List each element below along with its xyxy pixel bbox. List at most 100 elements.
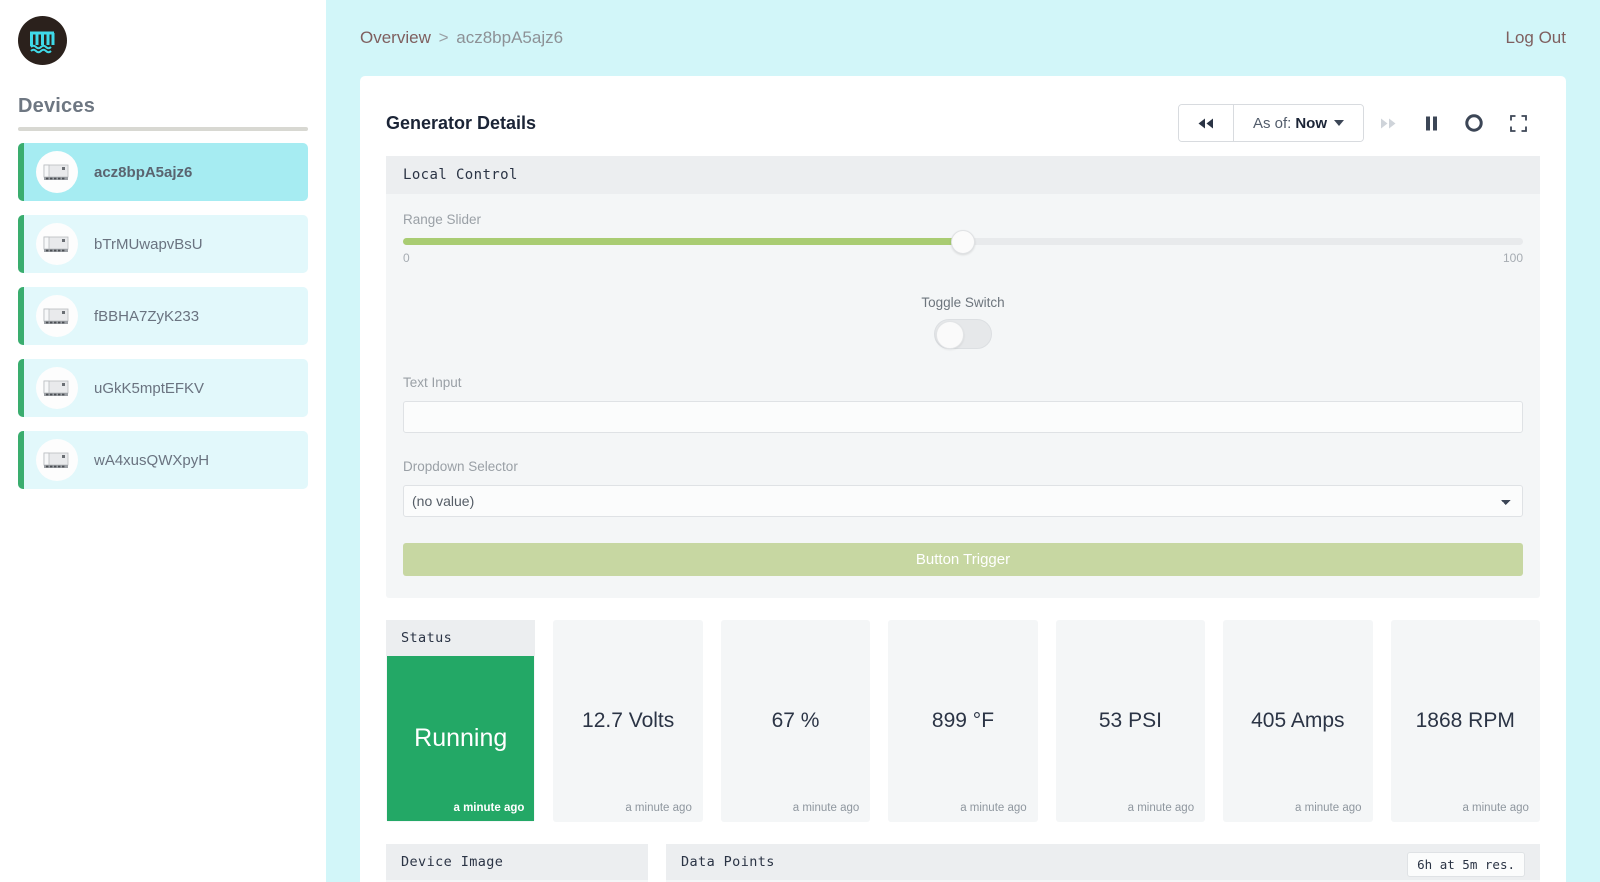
- sidebar-item-label: uGkK5mptEFKV: [94, 379, 205, 397]
- logout-link[interactable]: Log Out: [1506, 28, 1567, 48]
- status-timestamp: a minute ago: [453, 802, 525, 814]
- generator-thumbnail-icon: [36, 295, 78, 337]
- local-control-body: Range Slider 0 100 Toggle Switch Text In…: [386, 194, 1540, 598]
- sidebar-item-label: bTrMUwapvBsU: [94, 235, 203, 253]
- metric-card-pressure: 53 PSI a minute ago: [1055, 620, 1206, 822]
- sidebar: Devices acz8bpA5ajz6 bTrMUwapvBsU fBBHA7…: [0, 0, 326, 882]
- dropdown-block: Dropdown Selector (no value): [403, 459, 1523, 517]
- metric-value: 1868 RPM: [1415, 709, 1515, 732]
- rewind-button[interactable]: [1178, 105, 1234, 141]
- range-slider-fill: [403, 238, 963, 245]
- refresh-circle-icon: [1465, 114, 1483, 132]
- status-badge: Running a minute ago: [387, 656, 535, 821]
- generator-thumbnail-icon: [36, 439, 78, 481]
- range-slider-handle[interactable]: [951, 229, 975, 254]
- as-of-label: As of:: [1252, 114, 1292, 132]
- status-card-header: Status: [386, 620, 536, 656]
- as-of-dropdown-button[interactable]: As of: Now: [1233, 105, 1363, 141]
- rewind-icon: [1198, 118, 1213, 128]
- dropdown-selector[interactable]: (no value): [403, 485, 1523, 517]
- metric-value: 53 PSI: [1098, 709, 1162, 732]
- data-points-panel: Data Points 6h at 5m res.: [666, 844, 1540, 882]
- text-input-block: Text Input: [403, 375, 1523, 433]
- logo-container: [0, 0, 326, 65]
- time-controls: As of: Now: [1177, 104, 1540, 142]
- refresh-button[interactable]: [1451, 104, 1497, 142]
- metric-body: 899 °F: [888, 620, 1037, 822]
- metric-body: 67 %: [721, 620, 870, 822]
- toggle-switch[interactable]: [934, 319, 992, 349]
- metric-body: 1868 RPM: [1391, 620, 1540, 822]
- metric-card-voltage: 12.7 Volts a minute ago: [553, 620, 703, 822]
- sidebar-item-device-2[interactable]: fBBHA7ZyK233: [18, 287, 308, 345]
- local-control-header: Local Control: [386, 156, 1540, 194]
- sidebar-item-device-0[interactable]: acz8bpA5ajz6: [18, 143, 308, 201]
- sidebar-section-title: Devices: [18, 95, 96, 117]
- range-slider-min-label: 0: [403, 251, 410, 265]
- generator-details-card: Generator Details As of: Now Local Contr…: [360, 76, 1566, 882]
- breadcrumb-separator: >: [438, 28, 449, 47]
- metrics-row: Status Running a minute ago 12.7 Volts a…: [386, 620, 1540, 822]
- metric-body: 12.7 Volts: [553, 620, 702, 822]
- bottom-row: Device Image Data Points 6h at 5m res.: [386, 844, 1540, 882]
- toggle-switch-knob: [936, 321, 964, 349]
- range-slider-row: Range Slider 0 100: [403, 212, 1523, 269]
- device-list: acz8bpA5ajz6 bTrMUwapvBsU fBBHA7ZyK233 u…: [0, 131, 326, 489]
- app-logo[interactable]: [18, 16, 67, 65]
- metric-card-rpm: 1868 RPM a minute ago: [1390, 620, 1540, 822]
- metric-timestamp: a minute ago: [960, 802, 1027, 814]
- metric-card-temperature: 899 °F a minute ago: [888, 620, 1038, 822]
- metric-value: 899 °F: [931, 709, 995, 732]
- text-input[interactable]: [403, 401, 1523, 433]
- pause-button[interactable]: [1412, 104, 1451, 142]
- range-slider-max-label: 100: [1502, 251, 1523, 265]
- metric-timestamp: a minute ago: [792, 802, 860, 814]
- sidebar-item-device-4[interactable]: wA4xusQWXpyH: [18, 431, 308, 489]
- generator-thumbnail-icon: [36, 223, 78, 265]
- text-input-label: Text Input: [403, 375, 462, 390]
- sidebar-item-device-3[interactable]: uGkK5mptEFKV: [18, 359, 308, 417]
- data-points-title: Data Points: [681, 854, 775, 870]
- toggle-switch-block: Toggle Switch: [403, 295, 1523, 349]
- fast-forward-icon: [1381, 118, 1396, 128]
- device-image-panel: Device Image: [386, 844, 648, 882]
- data-points-header: Data Points 6h at 5m res.: [666, 844, 1540, 880]
- breadcrumb: Overview > acz8bpA5ajz6: [360, 28, 563, 48]
- metric-value: 405 Amps: [1251, 709, 1345, 732]
- device-image-header: Device Image: [386, 844, 648, 880]
- metric-card-current: 405 Amps a minute ago: [1223, 620, 1373, 822]
- page-title: Generator Details: [386, 112, 537, 133]
- top-bar: Overview > acz8bpA5ajz6 Log Out: [326, 0, 1600, 76]
- breadcrumb-overview-link[interactable]: Overview: [360, 28, 431, 47]
- metric-value: 12.7 Volts: [582, 709, 675, 732]
- fast-forward-button[interactable]: [1364, 104, 1412, 142]
- chevron-down-icon: [1334, 120, 1344, 126]
- sidebar-item-label: wA4xusQWXpyH: [94, 451, 210, 469]
- generator-thumbnail-icon: [36, 151, 78, 193]
- metric-timestamp: a minute ago: [1462, 802, 1529, 814]
- generator-thumbnail-icon: [36, 367, 78, 409]
- sidebar-item-device-1[interactable]: bTrMUwapvBsU: [18, 215, 308, 273]
- range-slider-label: Range Slider: [403, 212, 482, 227]
- metric-timestamp: a minute ago: [1127, 802, 1195, 814]
- sidebar-item-label: fBBHA7ZyK233: [94, 307, 200, 325]
- waterfall-dam-logo-icon: [29, 31, 54, 53]
- fullscreen-button[interactable]: [1497, 104, 1540, 142]
- status-value: Running: [414, 724, 508, 752]
- main-area: Overview > acz8bpA5ajz6 Log Out Generato…: [326, 0, 1600, 882]
- toggle-switch-label: Toggle Switch: [921, 295, 1005, 310]
- range-slider[interactable]: [403, 229, 1523, 254]
- sidebar-item-label: acz8bpA5ajz6: [94, 163, 193, 181]
- metric-value: 67 %: [771, 709, 820, 732]
- as-of-value: Now: [1295, 114, 1327, 132]
- button-trigger[interactable]: Button Trigger: [403, 543, 1523, 576]
- time-range-button-group: As of: Now: [1177, 104, 1364, 142]
- dropdown-selector-label: Dropdown Selector: [403, 459, 518, 474]
- local-control-panel: Local Control Range Slider 0 100 Toggle …: [386, 156, 1540, 598]
- resolution-button[interactable]: 6h at 5m res.: [1407, 851, 1525, 877]
- breadcrumb-current: acz8bpA5ajz6: [456, 28, 564, 47]
- metric-card-percent: 67 % a minute ago: [720, 620, 871, 822]
- card-header: Generator Details As of: Now: [386, 102, 1540, 144]
- fullscreen-expand-icon: [1510, 114, 1527, 132]
- metric-body: 405 Amps: [1223, 620, 1372, 822]
